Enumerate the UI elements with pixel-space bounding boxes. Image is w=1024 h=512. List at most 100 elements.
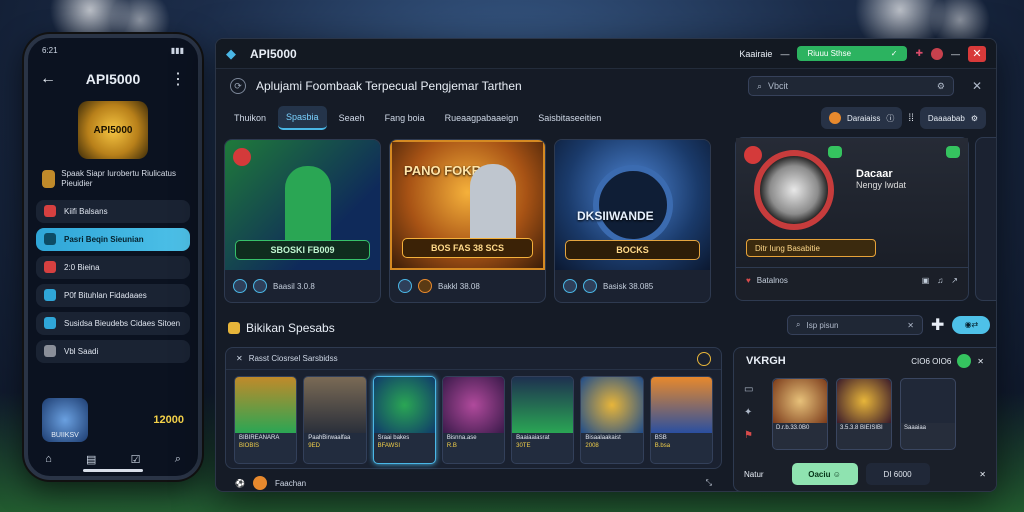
tab[interactable]: Thuikon [226,107,274,129]
games-footer-label: Faachan [274,478,307,488]
phone-menu-item[interactable]: Susidsa Bieudebs Cidaes Sitoen [36,311,190,335]
add-icon[interactable]: ✚ [931,315,944,335]
banner-cta-button[interactable]: SBOSKI FB009 [235,240,370,260]
side-card-name: Saaaiaa [904,425,927,431]
emoji-icon: ☺ [832,469,841,479]
filter-pill[interactable]: Daraiaiss ⓘ [821,107,903,129]
banner-image: SBOSKI FB009 [225,140,380,270]
banner-image: DKSIIWANDE BOCKS [555,140,710,270]
music-icon[interactable]: ♫ [937,276,943,285]
clock-icon[interactable] [697,351,711,366]
close-icon[interactable]: ✕ [972,79,982,93]
close-icon[interactable]: ✕ [907,321,914,330]
bet-button[interactable]: Oaciu ☺ [791,463,858,485]
shuffle-icon[interactable]: ✕ [236,354,243,363]
side-panel-icons: ▭ ✦ ⚑ [744,378,764,450]
online-icon [957,354,972,368]
close-button[interactable]: ✕ [968,45,986,62]
close-icon[interactable]: ✕ [977,357,984,366]
banner-card[interactable]: DKSIIWANDE BOCKS Basisk 38.085 [554,139,711,303]
grid-icon[interactable]: ⁞⁞ [908,113,914,124]
game-art [304,377,366,433]
clipboard-icon[interactable]: ☑ [131,453,141,466]
tab[interactable]: Seaeh [331,107,373,129]
collapse-icon[interactable]: ⤡ [706,478,712,488]
app-window: ◆ API5000 Kaairaie — Riuuu Sthse ✓ ✚ — ✕ … [215,38,997,492]
phone-menu: Kiifi Balsans Pasri Beqin Sieunian 2:0 B… [28,199,198,363]
banner-cta-button[interactable]: BOCKS [565,240,700,260]
tab[interactable]: Saisbitaseeitien [530,107,609,129]
puzzle-icon[interactable]: ✚ [915,48,923,59]
chat-icon[interactable]: ▭ [744,384,764,395]
search-input[interactable]: ⌕ Vbcit ⚙ [747,76,954,96]
game-name: Bisaalaakaist [585,435,621,441]
game-card[interactable]: Bisnna.ase R.B [441,376,506,464]
search-placeholder: Vbcit [767,81,788,91]
close-icon[interactable]: ✕ [979,470,986,479]
star-icon[interactable]: ✦ [744,407,764,418]
promo-card[interactable]: Dacaar Nengy Iwdat Ditr lung Basabitie ♥… [735,137,969,301]
side-panel-header: VKRGH CIO6 OIO6 ✕ [734,348,996,374]
phone-menu-item[interactable]: Kiifi Balsans [36,199,190,223]
status-button[interactable]: Riuuu Sthse ✓ [797,46,908,61]
sort-pill[interactable]: Daaaabab ⚙ [919,107,986,129]
filter-pill-label: Daraiaiss [847,113,881,123]
tab-bar-right: Daraiaiss ⓘ ⁞⁞ Daaaabab ⚙ [821,107,986,129]
banner-meta-text: Baasil 3.0.8 [273,281,315,291]
team-icon [253,279,267,293]
more-menu-icon[interactable]: ⋮ [170,69,186,89]
game-card[interactable]: PaahBirwaalfaa 9ED [303,376,367,464]
side-footer-label: Natur [744,469,764,479]
minimize-button[interactable]: — [780,49,789,59]
tab-active[interactable]: Spasbia [278,106,327,130]
tab[interactable]: Rueaagpabaaeign [437,107,527,129]
document-icon[interactable]: ▤ [86,453,96,466]
side-card[interactable]: D.r.b.33.0B0 [772,378,828,450]
goalkeeper-figure [470,164,516,244]
banner-cta-button[interactable]: BOS FAS 38 SCS [402,238,533,258]
globe-icon[interactable] [931,47,943,60]
search-icon[interactable]: ⌕ [175,453,181,466]
section-search-input[interactable]: ⌕ Isp pisun ✕ [787,315,923,335]
game-card-selected[interactable]: Sraai bakes BFAWSI [372,376,436,464]
side-panel-header-right: CIO6 OIO6 ✕ [911,354,984,368]
side-card-name: D.r.b.33.0B0 [776,425,810,431]
back-arrow-icon[interactable]: ← [40,70,56,88]
phone-menu-item[interactable]: Vbl Saadi [36,339,190,363]
side-card[interactable]: Saaaiaa [900,378,956,450]
flag-icon[interactable]: ⚑ [744,430,764,441]
price-field[interactable]: DI 6000 [865,463,930,485]
game-score: R.B [446,443,457,449]
sub-header: ⟳ Aplujami Foombaak Terpecual Pengjemar … [216,69,996,103]
tab[interactable]: Fang boia [377,107,433,129]
phone-menu-item[interactable]: 2:0 Bieina [36,255,190,279]
side-panel: VKRGH CIO6 OIO6 ✕ ▭ ✦ ⚑ D.r.b.33.0B0 3.5.… [733,347,996,491]
promo-cta-button[interactable]: Ditr lung Basabitie [746,239,876,257]
side-panel-footer: Natur Oaciu ☺ DI 6000 ✕ [744,463,986,485]
player-figure [285,166,331,246]
home-icon[interactable]: ⌂ [45,453,52,466]
game-card[interactable]: BIBIREANARA BIOBIS [234,376,298,464]
refresh-icon[interactable]: ⟳ [230,78,246,94]
share-icon[interactable]: ↗ [951,276,958,285]
game-score: 9ED [308,443,320,449]
phone-menu-item[interactable]: P0f Bituhlan Fidadaaes [36,283,190,307]
game-card[interactable]: Baaiaaiasrat 30TE [511,376,575,464]
lock-icon[interactable]: ▣ [922,276,930,285]
side-card[interactable]: 3.5.3.8 BIEISIBI [836,378,892,450]
game-card[interactable]: BSB B.bsa [649,376,713,464]
banner-card[interactable]: SBOSKI FB009 Baasil 3.0.8 [224,139,381,303]
game-name: BIBIREANARA [239,435,280,441]
phone-menu-item-active[interactable]: Pasri Beqin Sieunian [36,227,190,251]
view-toggle[interactable]: ◉⇄ [952,316,991,334]
settings-icon[interactable]: ⚙ [937,81,945,92]
banner-meta-text: Bakkl 38.08 [438,281,480,291]
restore-button[interactable]: — [951,49,960,59]
game-card[interactable]: Bisaalaakaist 2008 [580,376,644,464]
menu-item-icon [44,233,56,246]
account-label[interactable]: Kaairaie [739,49,772,59]
phone-time: 6:21 [42,46,58,55]
game-score: 2008 [585,443,599,449]
next-card-peek[interactable] [975,137,996,301]
banner-card[interactable]: PANO FOKRAN BOS FAS 38 SCS Bakkl 38.08 [389,139,546,303]
